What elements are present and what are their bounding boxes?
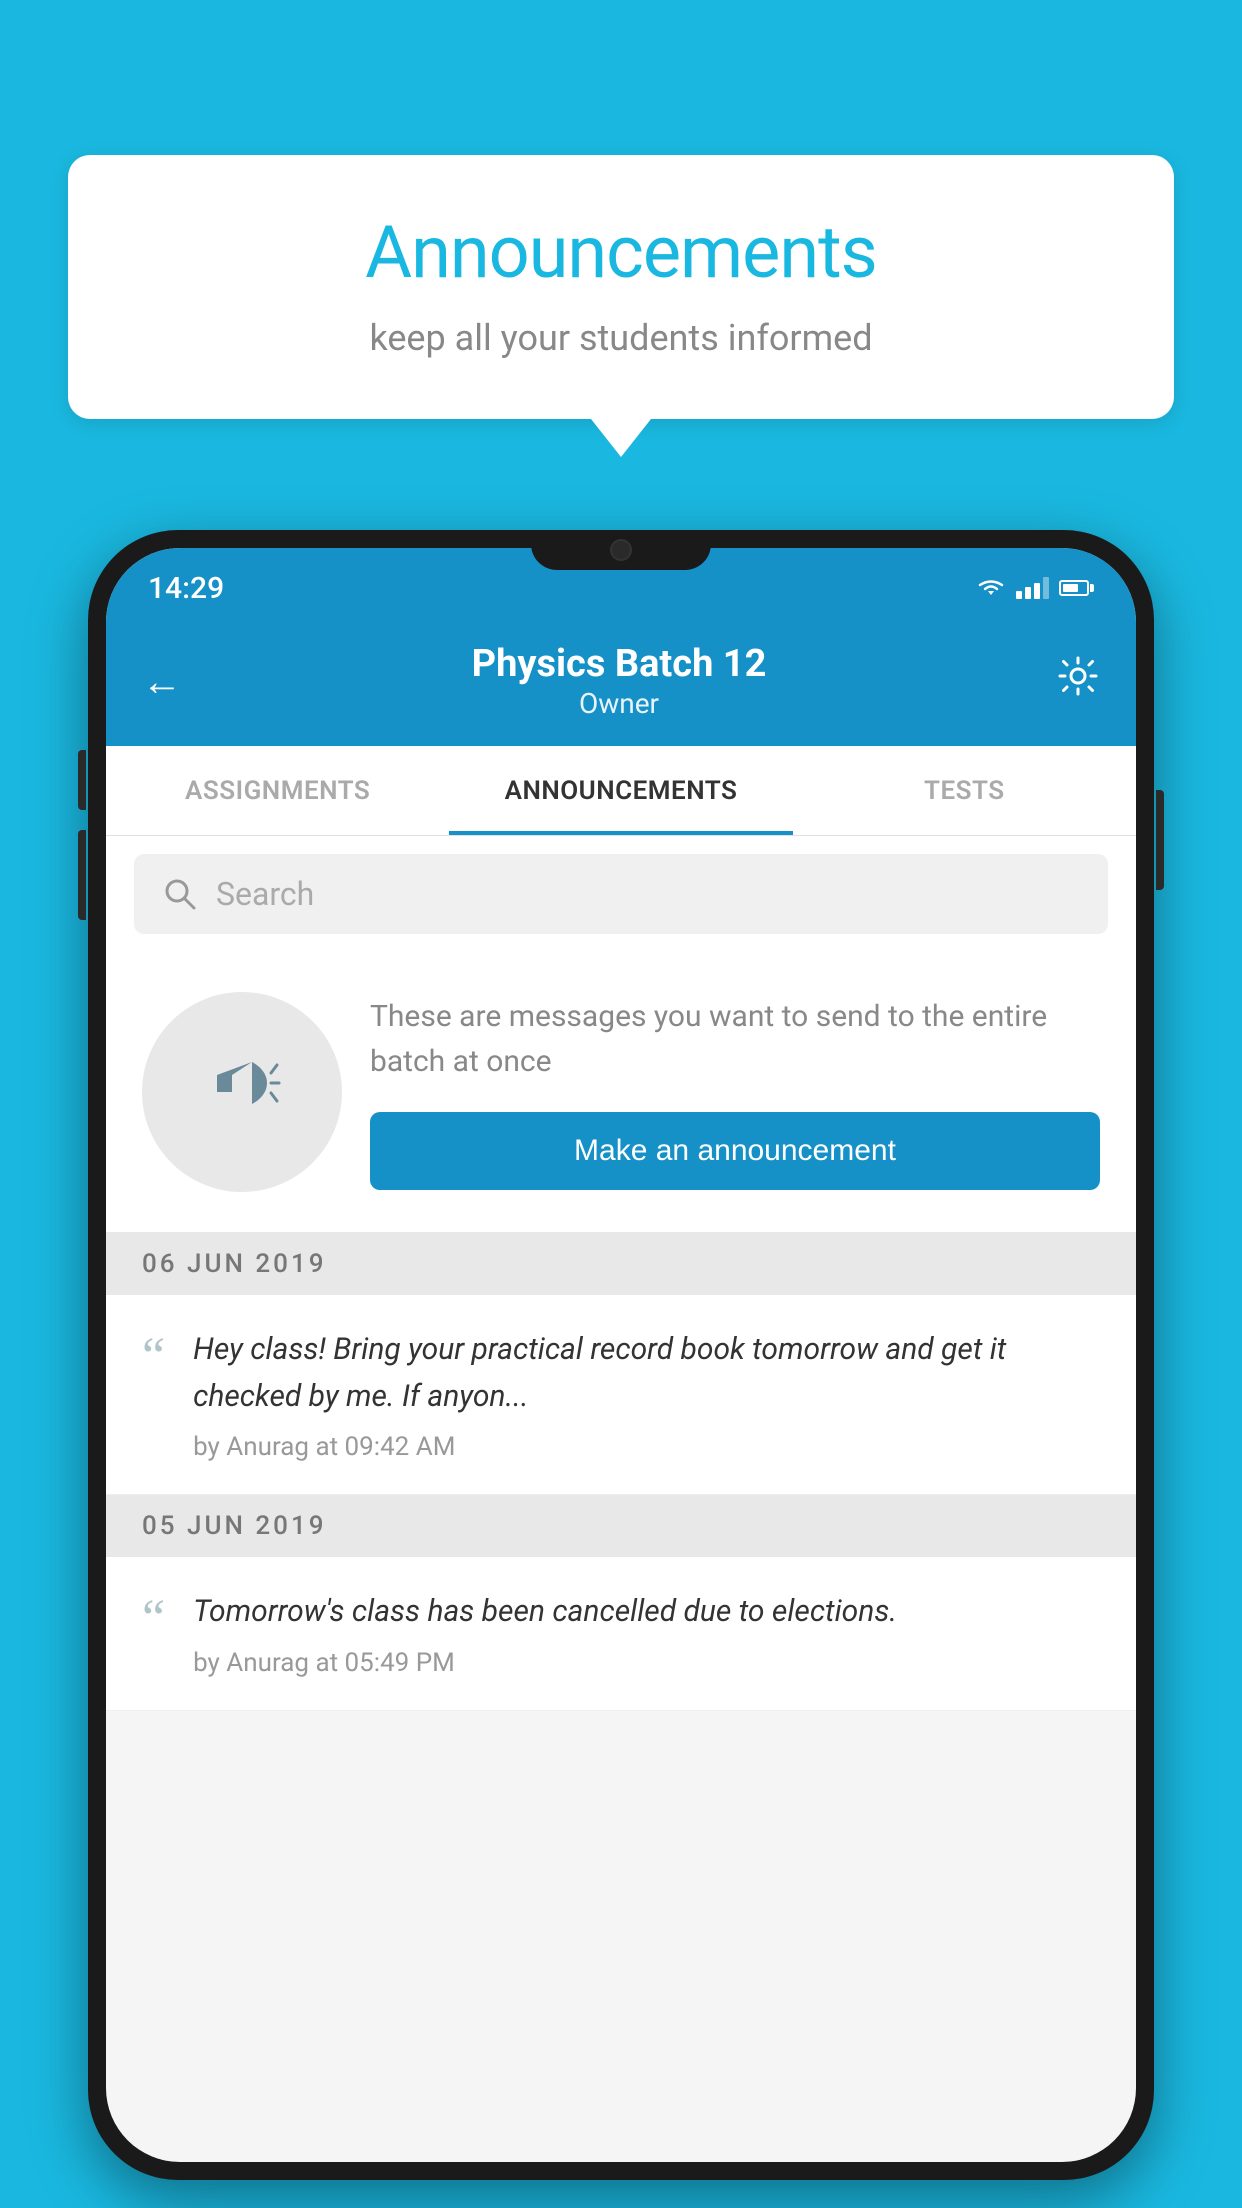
announcement-item-1[interactable]: “ Hey class! Bring your practical record…: [106, 1295, 1136, 1495]
vol-down-button: [78, 830, 86, 920]
announcement-item-2[interactable]: “ Tomorrow's class has been cancelled du…: [106, 1557, 1136, 1711]
phone-frame: 14:29: [88, 530, 1154, 2180]
bubble-title: Announcements: [128, 210, 1114, 295]
vol-up-button: [78, 750, 86, 810]
phone-mockup: 14:29: [88, 530, 1154, 2208]
quote-icon-2: “: [142, 1593, 165, 1645]
search-container: Search: [106, 836, 1136, 952]
date-separator-2: 05 JUN 2019: [106, 1495, 1136, 1557]
search-icon: [162, 876, 198, 912]
quote-icon-1: “: [142, 1331, 165, 1383]
batch-title: Physics Batch 12: [182, 642, 1056, 688]
power-button: [1156, 790, 1164, 890]
bubble-tail: [591, 419, 651, 457]
speech-bubble-section: Announcements keep all your students inf…: [68, 155, 1174, 457]
announcement-content-2: Tomorrow's class has been cancelled due …: [193, 1589, 1100, 1678]
announcement-content-1: Hey class! Bring your practical record b…: [193, 1327, 1100, 1462]
megaphone-circle: [142, 992, 342, 1192]
status-icons: [976, 577, 1094, 599]
tab-assignments[interactable]: ASSIGNMENTS: [106, 746, 449, 835]
announcement-promo: These are messages you want to send to t…: [106, 952, 1136, 1233]
tab-announcements[interactable]: ANNOUNCEMENTS: [449, 746, 792, 835]
wifi-icon: [976, 577, 1006, 599]
signal-icon: [1016, 577, 1049, 599]
back-button[interactable]: ←: [142, 658, 182, 705]
announcement-text-1: Hey class! Bring your practical record b…: [193, 1327, 1100, 1420]
search-placeholder: Search: [216, 875, 314, 913]
batch-role: Owner: [182, 687, 1056, 720]
camera: [610, 539, 632, 561]
announcement-text-2: Tomorrow's class has been cancelled due …: [193, 1589, 1100, 1636]
header-title-block: Physics Batch 12 Owner: [182, 642, 1056, 721]
bubble-subtitle: keep all your students informed: [128, 317, 1114, 359]
make-announcement-button[interactable]: Make an announcement: [370, 1112, 1100, 1190]
date-separator-1: 06 JUN 2019: [106, 1233, 1136, 1295]
tabs-container: ASSIGNMENTS ANNOUNCEMENTS TESTS: [106, 746, 1136, 836]
tab-tests[interactable]: TESTS: [793, 746, 1136, 835]
search-bar[interactable]: Search: [134, 854, 1108, 934]
settings-icon[interactable]: [1056, 654, 1100, 708]
promo-description: These are messages you want to send to t…: [370, 994, 1100, 1084]
speech-bubble: Announcements keep all your students inf…: [68, 155, 1174, 419]
announcement-meta-1: by Anurag at 09:42 AM: [193, 1432, 1100, 1462]
promo-content: These are messages you want to send to t…: [370, 994, 1100, 1190]
announcement-meta-2: by Anurag at 05:49 PM: [193, 1648, 1100, 1678]
app-header: ← Physics Batch 12 Owner: [106, 616, 1136, 746]
phone-notch: [531, 530, 711, 570]
phone-screen: 14:29: [106, 548, 1136, 2162]
megaphone-icon: [197, 1037, 287, 1147]
battery-icon: [1059, 580, 1094, 596]
status-time: 14:29: [148, 571, 224, 606]
